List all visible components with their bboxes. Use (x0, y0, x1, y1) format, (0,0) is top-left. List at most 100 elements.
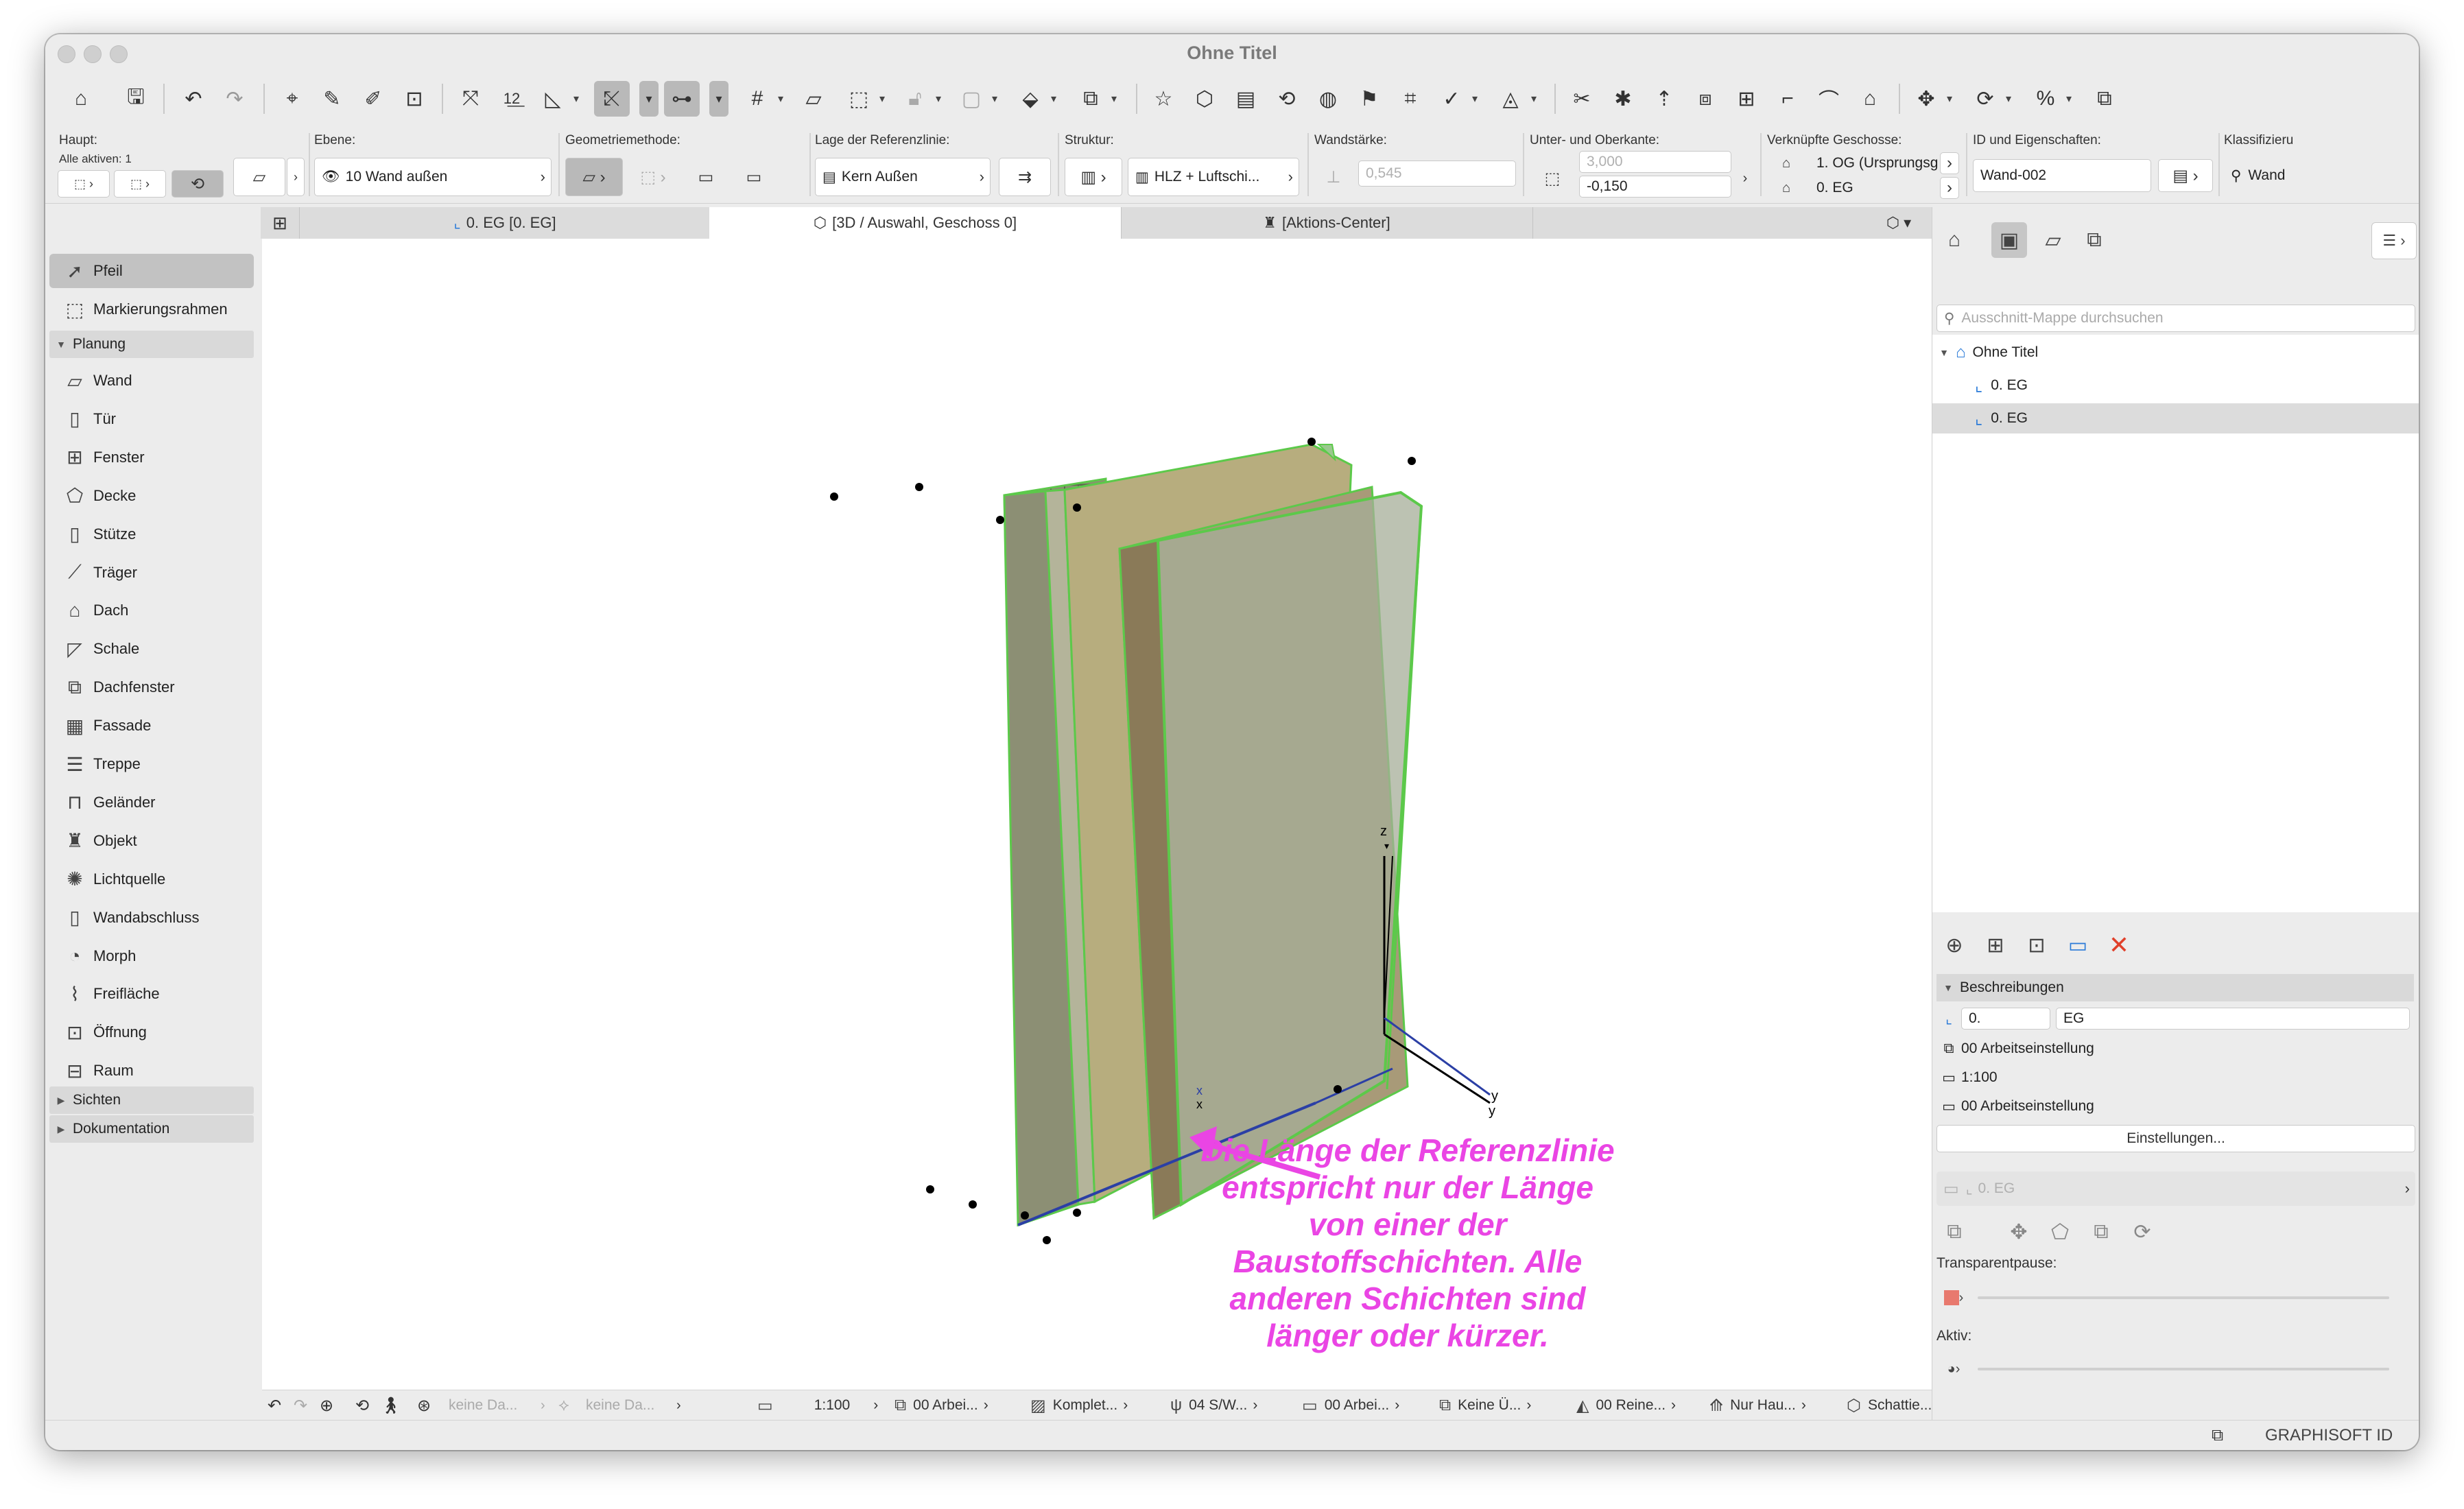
layout-select[interactable]: ▭ ⌞ 0. EG › (1936, 1172, 2415, 1206)
classification-select[interactable]: ⚲ Wand (2224, 159, 2419, 192)
snap-guide-icon[interactable]: ⊶ (664, 81, 700, 117)
measure-icon[interactable]: ◺ ▾ (535, 81, 579, 117)
group-dokumentation[interactable]: ▶ Dokumentation (49, 1115, 254, 1143)
status-item-projection[interactable]: keine Da... (449, 1390, 517, 1421)
status-item-pen[interactable]: ψ 04 S/W... › (1170, 1390, 1257, 1421)
layer-combo-icon[interactable]: ⧉ ▾ (1073, 81, 1117, 117)
color-swatch-button[interactable]: › (1936, 1283, 1971, 1313)
tag-icon[interactable]: ⌗ (1393, 81, 1428, 117)
stretch-icon[interactable]: ✥ ▾ (1908, 81, 1952, 117)
settings-dialog-dropdown[interactable]: › (287, 158, 305, 196)
settings-button[interactable]: Einstellungen... (1936, 1125, 2415, 1152)
guide-line-icon[interactable]: ⤪ (594, 81, 630, 117)
publish-icon[interactable]: ⚑ (1351, 81, 1387, 117)
arc-icon[interactable]: ⌒ (1811, 81, 1847, 117)
tool-freifläche[interactable]: ⌇ Freifläche (49, 977, 254, 1011)
explode-icon[interactable]: ✱ (1605, 81, 1641, 117)
selection-filter-button[interactable]: ⬚ › (114, 170, 166, 198)
home-story-value[interactable]: 0. EG (1810, 177, 1939, 199)
tree-item-view-selected[interactable]: ⌞ 0. EG (1932, 403, 2419, 433)
view-map-search-input[interactable]: ⚲ Ausschnitt-Mappe durchsuchen (1936, 305, 2415, 332)
magic-wand-icon[interactable]: ⊡ (396, 81, 432, 117)
top-story-value[interactable]: 1. OG (Ursprungsg... (1810, 152, 1939, 174)
update-icon[interactable]: ⟳ (2124, 1214, 2160, 1250)
model-compare-icon[interactable]: ✓ ▾ (1434, 81, 1478, 117)
status-item-structure[interactable]: ⟰ Nur Hau... › (1709, 1390, 1806, 1421)
view-layer-row[interactable]: ⧉ 00 Arbeitseinstellung (1936, 1036, 2414, 1062)
zoom-in-icon[interactable]: ⊕ (320, 1390, 333, 1421)
status-item-mvo[interactable]: ▭ 00 Arbei... › (1302, 1390, 1399, 1421)
group-sichten[interactable]: ▶ Sichten (49, 1086, 254, 1114)
status-item-renovation[interactable]: ◭ 00 Reine... › (1576, 1390, 1676, 1421)
properties-button[interactable]: ▤ › (2158, 159, 2213, 192)
orbit-icon[interactable]: ⟲ (355, 1390, 369, 1421)
top-height-input[interactable]: 3,000 (1579, 151, 1731, 173)
tool-wandabschluss[interactable]: ▯ Wandabschluss (49, 901, 254, 935)
syringe-inject-icon[interactable]: ✐ (355, 81, 391, 117)
teamwork-icon[interactable]: ⟲ (1269, 81, 1305, 117)
active-slider[interactable] (1978, 1368, 2389, 1370)
tool-dach[interactable]: ⌂ Dach (49, 593, 254, 628)
tool-fassade[interactable]: ▦ Fassade (49, 709, 254, 743)
color-wheel-button[interactable]: ◕› (1936, 1354, 1971, 1384)
tool-morph[interactable]: ◔ Morph (49, 939, 254, 973)
trim-icon[interactable]: ⊞ (1729, 81, 1764, 117)
tool-tür[interactable]: ▯ Tür (49, 402, 254, 436)
numbering-icon[interactable]: 1̲2̲ (494, 81, 530, 117)
save-icon[interactable]: 🖫 (118, 81, 154, 117)
element-filter-button[interactable]: ⬚ › (58, 170, 110, 198)
tool-treppe[interactable]: ☰ Treppe (49, 747, 254, 781)
view-map-icon[interactable]: ▣ (1991, 222, 2027, 258)
trace-icon[interactable]: ⤧ (453, 81, 488, 117)
structure-select[interactable]: ▥ HLZ + Luftschi... › (1128, 158, 1299, 196)
view-scale-row[interactable]: ▭ 1:100 (1936, 1065, 2414, 1091)
descriptions-header[interactable]: ▼ Beschreibungen (1936, 974, 2414, 1001)
render-icon[interactable]: ⬙ ▾ (1012, 81, 1056, 117)
rotate-view-icon[interactable]: ⬠ (2042, 1214, 2078, 1250)
tool-marquee[interactable]: ⬚ Markierungsrahmen (49, 292, 254, 326)
fit-icon[interactable]: ⊛ (417, 1390, 431, 1421)
home-story-chevron[interactable]: › (1940, 177, 1959, 199)
tool-geländer[interactable]: ⊓ Geländer (49, 785, 254, 820)
snap-guide-dropdown[interactable]: ▾ (709, 81, 728, 117)
tree-item-root[interactable]: ▼ ⌂ Ohne Titel (1932, 337, 2419, 368)
tool-träger[interactable]: ⟋ Träger (49, 556, 254, 590)
geometry-trapezoid-button[interactable]: ⬚ › (627, 158, 679, 196)
redo-zoom-icon[interactable]: ↷ (294, 1390, 307, 1421)
favorites-icon[interactable]: ☆ (1146, 81, 1181, 117)
window-icon[interactable]: ⧉ (2212, 1421, 2223, 1450)
layer-select[interactable]: 👁︎ 10 Wand außen › (314, 158, 552, 196)
tool-öffnung[interactable]: ⊡ Öffnung (49, 1015, 254, 1049)
refresh-view-icon[interactable]: ⧉ (2083, 1214, 2119, 1250)
layout-icon[interactable]: ▤ (1228, 81, 1264, 117)
snap-icon[interactable]: ⏥ (796, 81, 831, 117)
new-folder-icon[interactable]: ⊡ (2019, 927, 2054, 963)
syringe-icon[interactable]: ✎ (314, 81, 350, 117)
tool-dachfenster[interactable]: ⧉ Dachfenster (49, 670, 254, 704)
grid-icon[interactable]: # ▾ (739, 81, 783, 117)
guide-line-dropdown[interactable]: ▾ (639, 81, 659, 117)
thickness-input[interactable]: 0,545 (1358, 161, 1516, 187)
height-chevron[interactable]: › (1736, 166, 1755, 191)
view-id-input[interactable]: 0. (1961, 1008, 2050, 1030)
navigator-menu-button[interactable]: ☰ › (2371, 222, 2417, 259)
layout-book-icon[interactable]: ▱ (2035, 222, 2071, 258)
percent-icon[interactable]: % ▾ (2028, 81, 2072, 117)
marquee-icon[interactable]: ⬚ ▾ (841, 81, 885, 117)
tool-stütze[interactable]: ▯ Stütze (49, 517, 254, 551)
place-view-icon[interactable]: ⧉ (1936, 1214, 1972, 1250)
tree-item-view[interactable]: ⌞ 0. EG (1932, 370, 2419, 401)
tool-objekt[interactable]: ♜ Objekt (49, 824, 254, 858)
lock-icon[interactable]: 🔓︎ ▾ (897, 81, 941, 117)
tool-wand[interactable]: ▱ Wand (49, 364, 254, 398)
settings-dialog-button[interactable]: ▱ (233, 158, 285, 196)
structure-type-button[interactable]: ▥ › (1065, 158, 1122, 196)
3d-viewport[interactable]: z ▾ y y x x Die Länge der Referenzlinie … (262, 239, 1932, 1390)
reference-line-select[interactable]: ▤ Kern Außen › (815, 158, 991, 196)
tool-raum[interactable]: ⊟ Raum (49, 1054, 254, 1088)
transparency-slider[interactable] (1978, 1296, 2389, 1299)
tool-schale[interactable]: ◸ Schale (49, 632, 254, 666)
geometry-polygon-button[interactable]: ▭ (683, 158, 728, 196)
3d-icon[interactable]: ⬡ (1187, 81, 1222, 117)
window-icon[interactable]: ⧉ (2087, 81, 2122, 117)
